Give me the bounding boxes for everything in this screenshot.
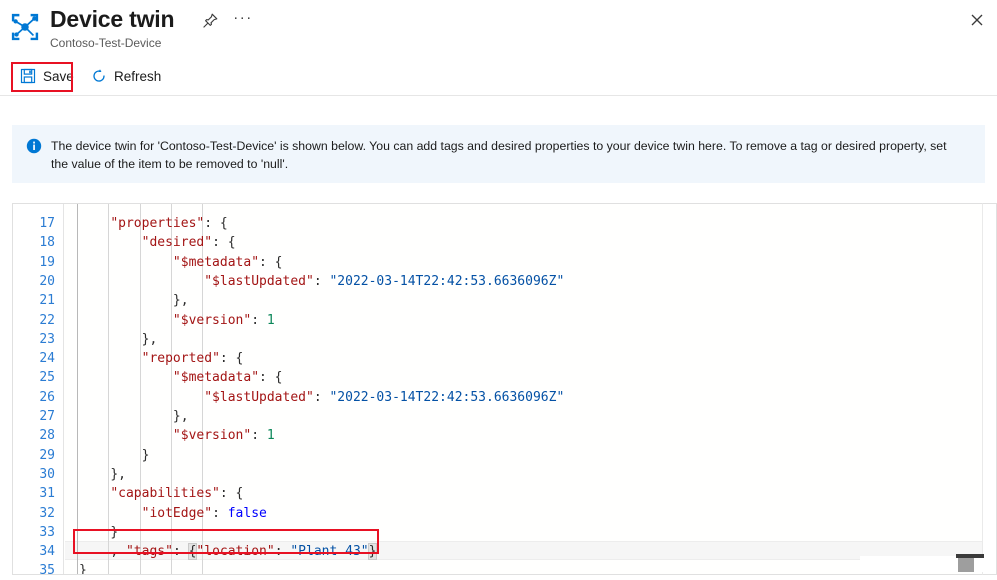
- line-number: 29: [13, 446, 55, 465]
- line-number: 26: [13, 388, 55, 407]
- refresh-button-label: Refresh: [114, 69, 161, 85]
- code-line[interactable]: "$lastUpdated": "2022-03-14T22:42:53.663…: [65, 272, 985, 291]
- code-token: }: [110, 525, 118, 540]
- more-options-ellipsis-icon[interactable]: ···: [232, 11, 254, 31]
- line-number: 23: [13, 330, 55, 349]
- code-line[interactable]: "$lastUpdated": "2022-03-14T22:42:53.663…: [65, 388, 985, 407]
- line-number: 28: [13, 426, 55, 445]
- json-code-editor[interactable]: 17181920212223242526272829303132333435 "…: [12, 203, 985, 575]
- code-content-area[interactable]: "properties": { "desired": { "$metadata"…: [65, 204, 985, 575]
- code-token: : {: [259, 255, 282, 270]
- line-number: 30: [13, 465, 55, 484]
- code-token: }: [79, 563, 87, 575]
- line-number: 17: [13, 214, 55, 233]
- editor-horizontal-scrollbar-thumb[interactable]: [958, 558, 974, 572]
- code-token: "2022-03-14T22:42:53.6636096Z": [329, 274, 564, 289]
- info-banner-text: The device twin for 'Contoso-Test-Device…: [51, 137, 966, 173]
- code-token: :: [251, 313, 267, 328]
- blade-header: Device twin Contoso-Test-Device ···: [0, 0, 997, 58]
- code-token: "capabilities": [110, 486, 220, 501]
- line-number: 35: [13, 561, 55, 575]
- code-token: :: [275, 544, 291, 559]
- code-line[interactable]: "$metadata": {: [65, 368, 985, 387]
- line-number: 19: [13, 253, 55, 272]
- code-token: :: [314, 274, 330, 289]
- code-token: false: [228, 506, 267, 521]
- code-token: "$version": [173, 428, 251, 443]
- line-number: 25: [13, 368, 55, 387]
- code-token: }: [142, 448, 150, 463]
- code-token: :: [251, 428, 267, 443]
- code-token: 1: [267, 428, 275, 443]
- code-token: : {: [220, 486, 243, 501]
- command-bar: Save Refresh: [0, 60, 997, 94]
- code-line[interactable]: "properties": {: [65, 214, 985, 233]
- page-subtitle: Contoso-Test-Device: [50, 35, 174, 51]
- code-token: "$metadata": [173, 255, 259, 270]
- save-button-label: Save: [43, 69, 74, 85]
- info-banner: The device twin for 'Contoso-Test-Device…: [12, 125, 985, 183]
- code-token: "2022-03-14T22:42:53.6636096Z": [329, 390, 564, 405]
- close-icon[interactable]: [963, 6, 991, 34]
- code-token: "reported": [142, 351, 220, 366]
- line-number: 18: [13, 233, 55, 252]
- code-token: },: [142, 332, 158, 347]
- line-number: 27: [13, 407, 55, 426]
- code-token: "Plant 43": [290, 544, 368, 559]
- info-circle-icon: [26, 138, 42, 154]
- indent-guide: [77, 204, 78, 575]
- code-token: :: [212, 506, 228, 521]
- editor-vertical-scrollbar[interactable]: [982, 203, 997, 575]
- save-button[interactable]: Save: [14, 60, 80, 94]
- code-line[interactable]: "$metadata": {: [65, 253, 985, 272]
- line-number-gutter: 17181920212223242526272829303132333435: [13, 204, 64, 575]
- code-token: : {: [204, 216, 227, 231]
- line-number: 20: [13, 272, 55, 291]
- code-token: : {: [259, 370, 282, 385]
- line-number: 34: [13, 542, 55, 561]
- code-token: 1: [267, 313, 275, 328]
- code-token: },: [110, 467, 126, 482]
- code-token: : {: [220, 351, 243, 366]
- title-block: Device twin Contoso-Test-Device: [50, 4, 174, 51]
- command-bar-divider: [0, 95, 997, 96]
- code-line[interactable]: "reported": {: [65, 349, 985, 368]
- save-disk-icon: [20, 68, 36, 87]
- code-token: },: [173, 409, 189, 424]
- code-token: }: [369, 544, 377, 559]
- line-number: 32: [13, 504, 55, 523]
- code-line[interactable]: "desired": {: [65, 233, 985, 252]
- refresh-circular-arrow-icon: [91, 68, 107, 87]
- line-number: 22: [13, 311, 55, 330]
- code-line[interactable]: "capabilities": {: [65, 484, 985, 503]
- code-token: "$version": [173, 313, 251, 328]
- code-line[interactable]: , "tags": {"location": "Plant 43"}: [65, 542, 985, 561]
- code-token: "tags": [126, 544, 173, 559]
- code-token: ,: [110, 544, 126, 559]
- code-token: "properties": [110, 216, 204, 231]
- pin-icon[interactable]: [200, 11, 220, 31]
- line-number: 21: [13, 291, 55, 310]
- line-number: 24: [13, 349, 55, 368]
- refresh-button[interactable]: Refresh: [85, 60, 167, 94]
- code-token: "$lastUpdated": [204, 274, 314, 289]
- line-number: 33: [13, 523, 55, 542]
- code-line[interactable]: "$version": 1: [65, 426, 985, 445]
- page-title: Device twin: [50, 4, 174, 34]
- code-line[interactable]: "$version": 1: [65, 311, 985, 330]
- code-token: },: [173, 293, 189, 308]
- code-token: :: [173, 544, 189, 559]
- code-token: "$metadata": [173, 370, 259, 385]
- code-token: "location": [196, 544, 274, 559]
- code-token: "desired": [142, 235, 212, 250]
- code-token: : {: [212, 235, 235, 250]
- code-line[interactable]: "iotEdge": false: [65, 504, 985, 523]
- code-token: "iotEdge": [142, 506, 212, 521]
- code-token: :: [314, 390, 330, 405]
- iot-hub-device-icon: [10, 12, 40, 42]
- code-token: "$lastUpdated": [204, 390, 314, 405]
- line-number: 31: [13, 484, 55, 503]
- device-twin-blade: Device twin Contoso-Test-Device ···: [0, 0, 997, 580]
